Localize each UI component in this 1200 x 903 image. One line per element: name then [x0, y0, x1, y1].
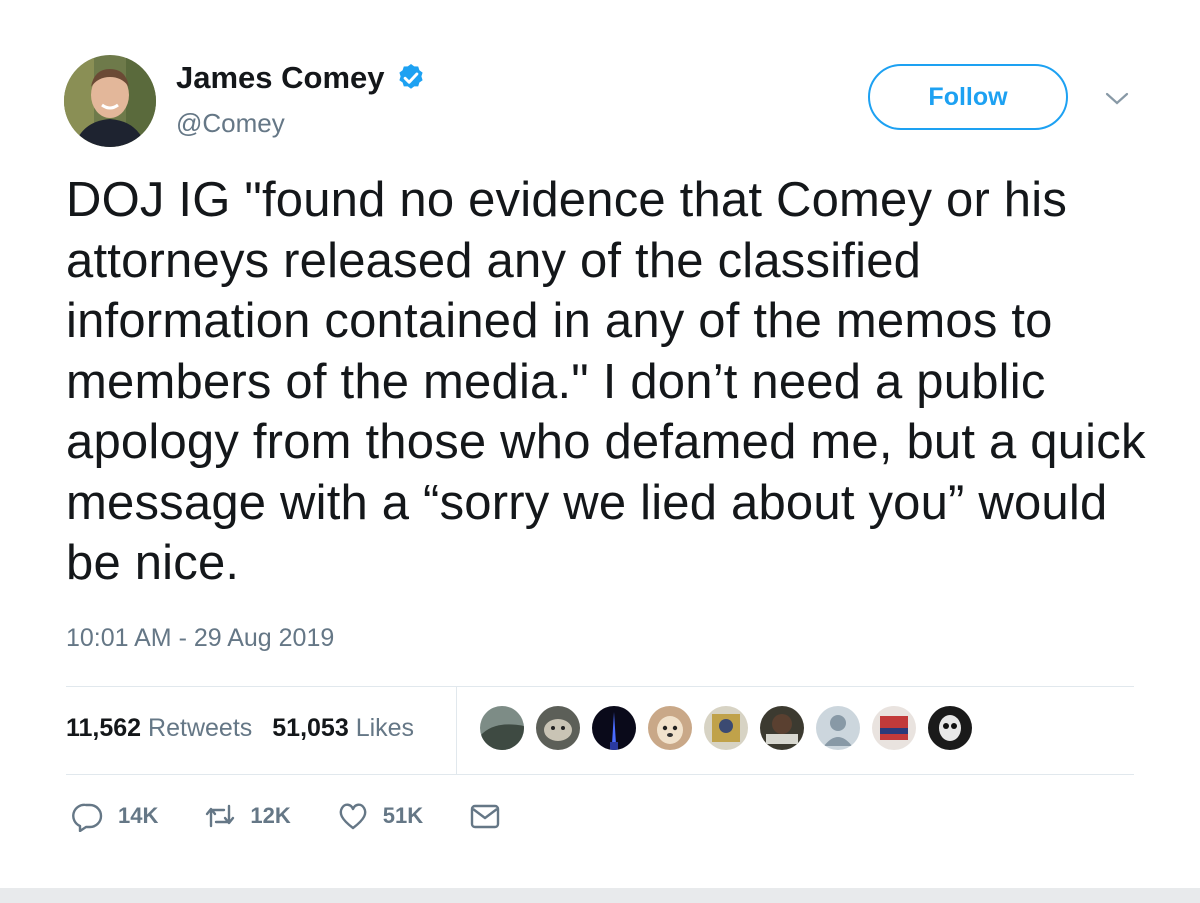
likes-stat[interactable]: 51,053 Likes	[272, 714, 414, 743]
reply-icon	[72, 803, 103, 832]
liker-avatar[interactable]	[536, 706, 580, 750]
retweet-icon	[206, 804, 235, 828]
retweets-count: 11,562	[66, 714, 142, 742]
liker-avatar[interactable]	[704, 706, 748, 750]
tweet-stats: 11,562 Retweets 51,053 Likes	[66, 714, 414, 743]
retweet-button[interactable]: 12K	[204, 800, 291, 832]
author-handle[interactable]: @Comey	[176, 108, 285, 139]
tweet-card: James Comey @Comey Follow DOJ IG "found …	[0, 0, 1200, 888]
like-button[interactable]: 51K	[337, 800, 423, 832]
tweet-actions: 14K 12K 51K	[72, 800, 501, 832]
tweet-timestamp[interactable]: 10:01 AM - 29 Aug 2019	[66, 624, 334, 653]
direct-message-icon[interactable]	[469, 800, 501, 832]
liker-avatar[interactable]	[480, 706, 524, 750]
liker-avatars	[480, 706, 972, 750]
divider	[66, 686, 1134, 687]
liker-avatar[interactable]	[816, 706, 860, 750]
author-name[interactable]: James Comey	[176, 60, 385, 96]
retweet-count: 12K	[250, 803, 291, 828]
heart-icon	[339, 803, 367, 830]
author-avatar[interactable]	[64, 55, 156, 147]
divider	[66, 774, 1134, 775]
liker-avatar[interactable]	[872, 706, 916, 750]
liker-avatar[interactable]	[928, 706, 972, 750]
stats-divider	[456, 686, 457, 774]
liker-avatar[interactable]	[648, 706, 692, 750]
likes-label: Likes	[355, 714, 415, 742]
retweets-label: Retweets	[148, 714, 253, 742]
follow-button[interactable]: Follow	[868, 64, 1068, 130]
tweet-text: DOJ IG "found no evidence that Comey or …	[66, 173, 1146, 590]
retweets-stat[interactable]: 11,562 Retweets	[66, 714, 252, 743]
liker-avatar[interactable]	[592, 706, 636, 750]
like-count: 51K	[382, 803, 424, 828]
page-footer-strip	[0, 888, 1200, 903]
chevron-down-icon[interactable]	[1104, 90, 1130, 108]
reply-count: 14K	[118, 803, 159, 828]
likes-count: 51,053	[272, 714, 349, 742]
reply-button[interactable]: 14K	[72, 800, 158, 832]
liker-avatar[interactable]	[760, 706, 804, 750]
verified-badge-icon	[398, 64, 423, 89]
